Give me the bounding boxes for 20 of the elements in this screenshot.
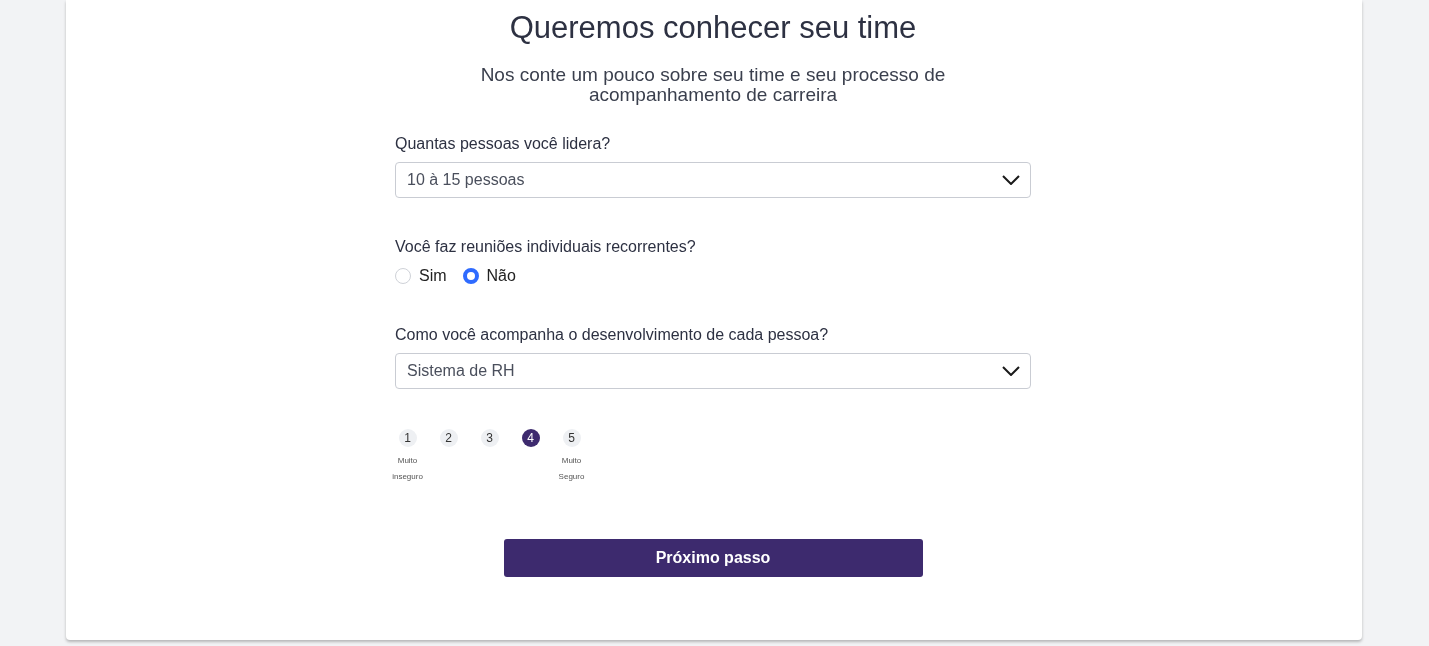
scale-option[interactable]: 4 — [521, 429, 540, 447]
question-label: Você faz reuniões individuais recorrentes? — [395, 238, 697, 256]
dropdown-field[interactable]: Sistema de RH — [395, 353, 1031, 389]
radio-button[interactable] — [462, 268, 479, 284]
scale-option[interactable]: 1 — [398, 429, 417, 447]
scale-caption: Muito Seguro — [557, 455, 586, 483]
scale-caption: Muito inseguro — [391, 455, 424, 483]
chevron-down-icon — [1002, 366, 1020, 376]
question-label: Como você acompanha o desenvolvimento de cada pessoa? — [395, 326, 830, 344]
scale-option[interactable]: 5 — [562, 429, 581, 447]
dropdown-field[interactable]: 10 à 15 pessoas — [395, 162, 1031, 198]
next-step-button[interactable]: Próximo passo — [503, 539, 923, 577]
question-label: Quantas pessoas você lidera? — [395, 135, 612, 153]
scale-option[interactable]: 3 — [480, 429, 499, 447]
chevron-down-icon — [1002, 175, 1020, 185]
scale-option[interactable]: 2 — [439, 429, 458, 447]
radio-option[interactable]: Sim — [395, 267, 447, 285]
page-subtitle: Nos conte um pouco sobre seu time e seu processo de acompanhamento de carreira — [479, 65, 947, 105]
page-title: Queremos conhecer seu time — [508, 10, 918, 46]
radio-option[interactable]: Não — [462, 267, 516, 285]
